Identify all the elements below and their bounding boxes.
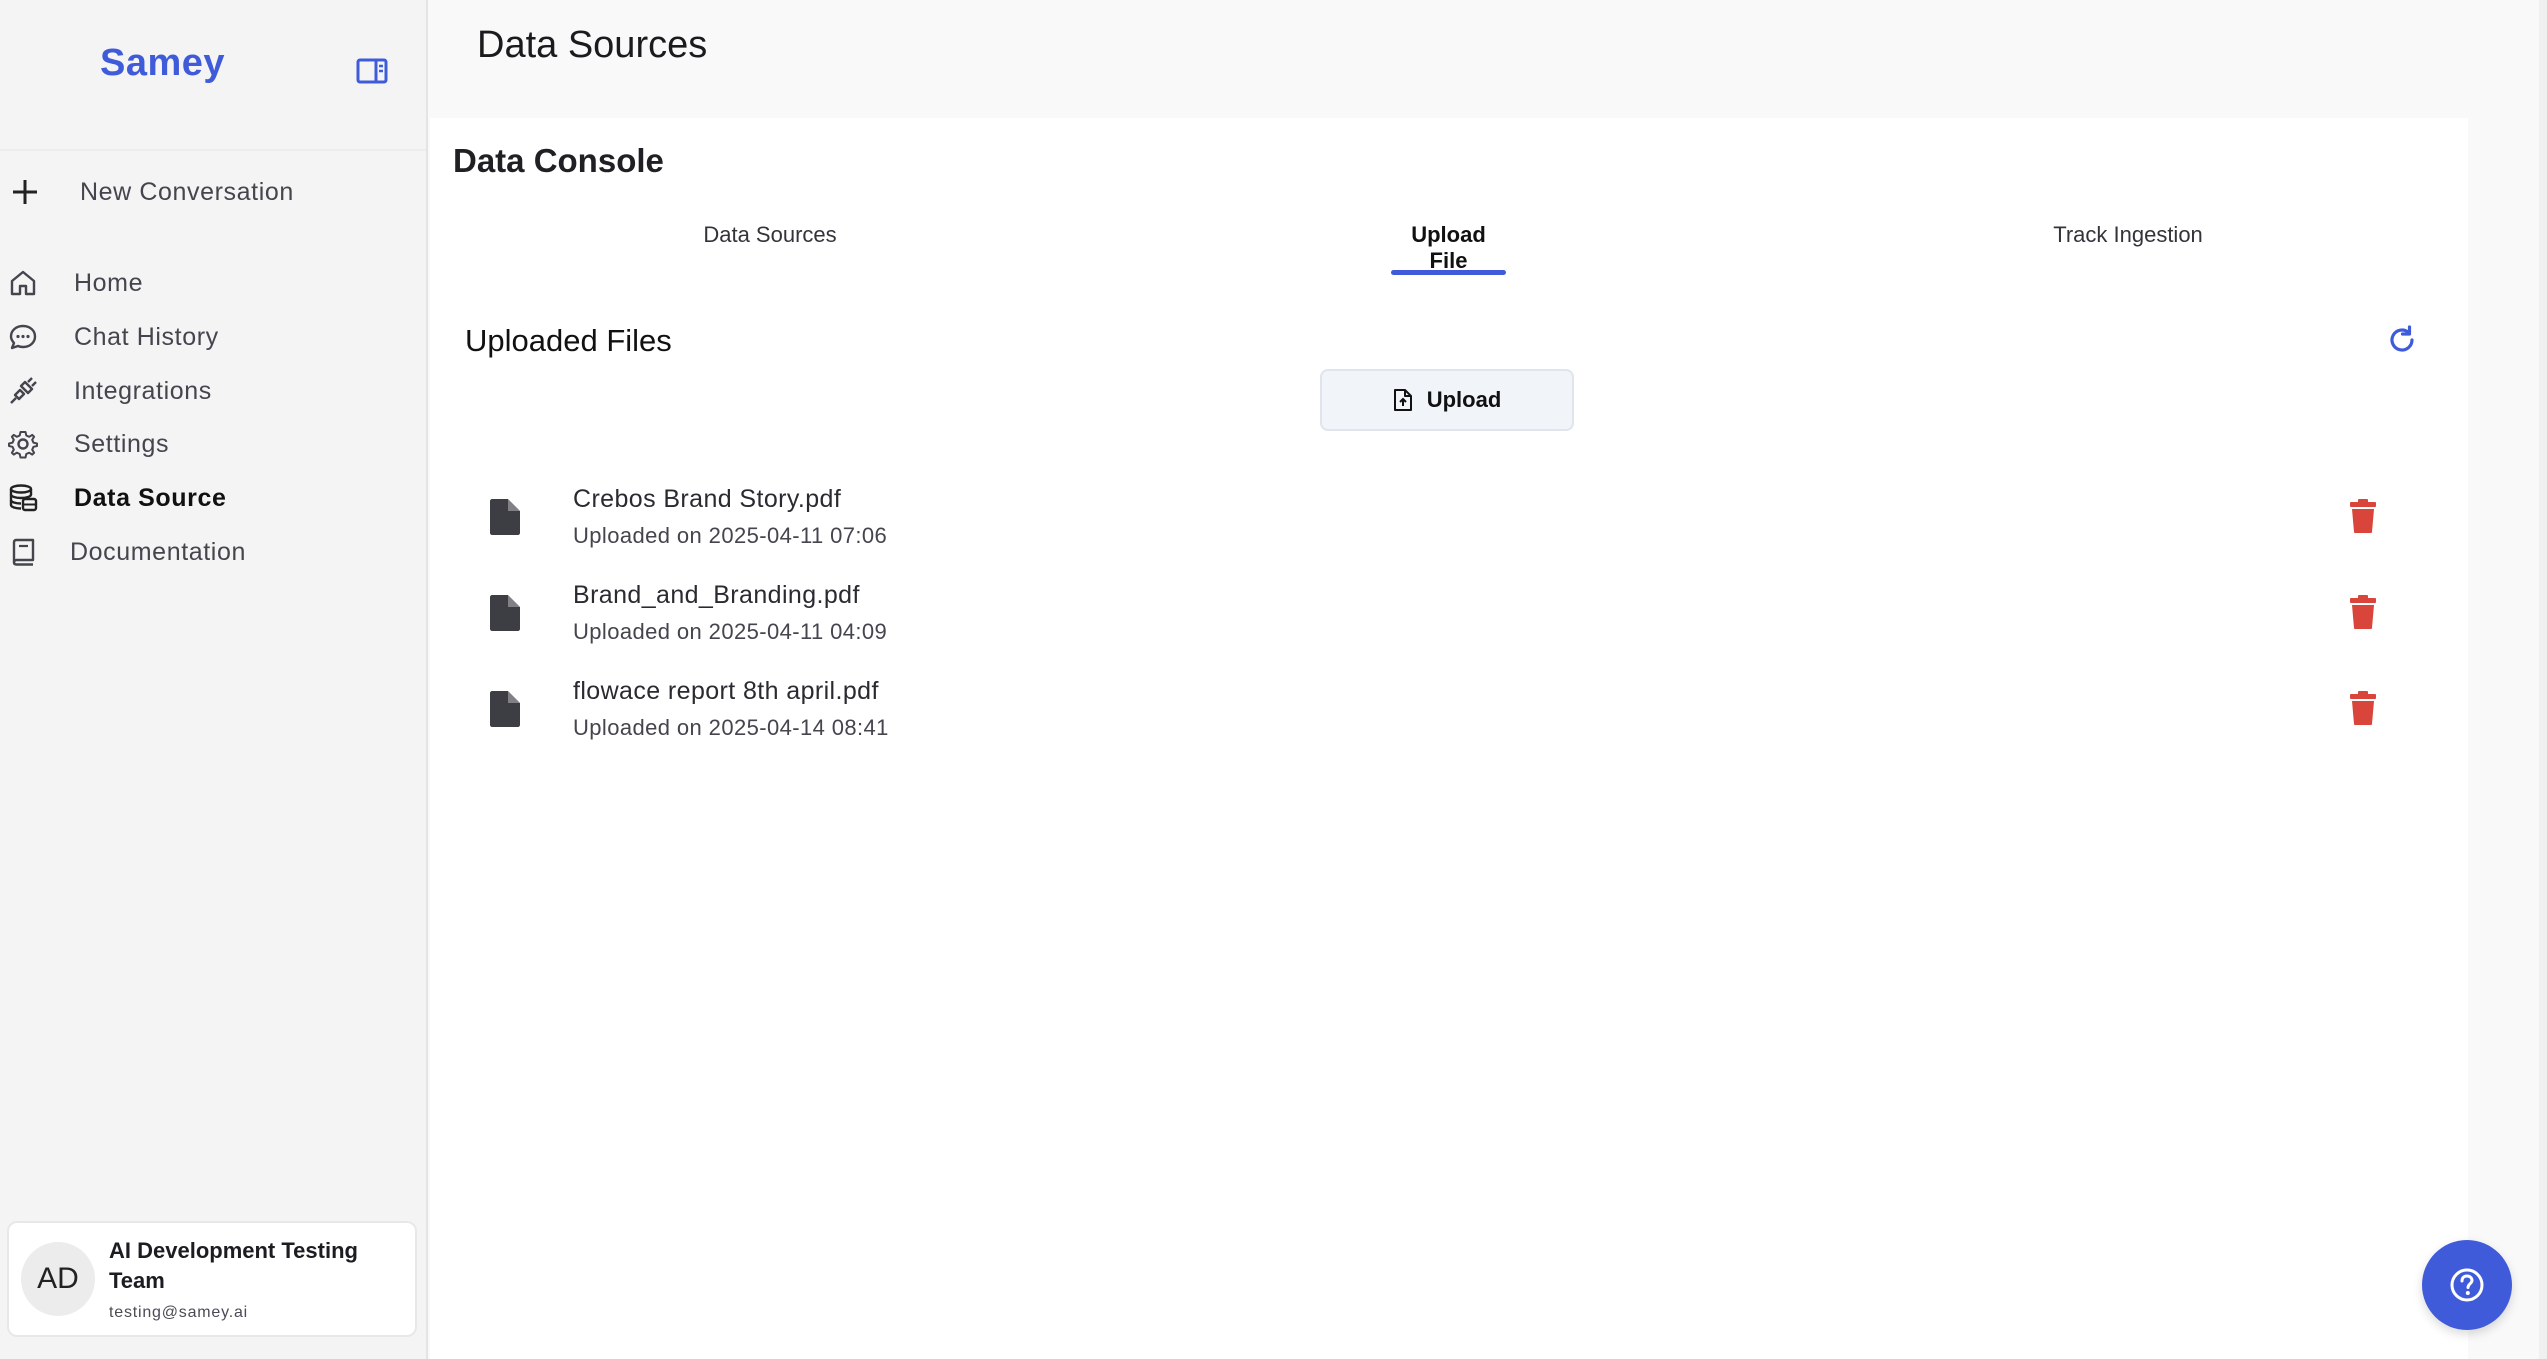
file-upload-date: Uploaded on 2025-04-14 08:41 [573,715,889,740]
tab-label: Track Ingestion [2053,222,2203,247]
sidebar-item-label: Home [74,268,144,297]
sidebar-item-label: Integrations [74,376,212,405]
user-info: AI Development Testing Team testing@same… [109,1236,399,1322]
file-upload-date: Uploaded on 2025-04-11 07:06 [573,523,888,548]
file-name: Brand_and_Branding.pdf [573,581,860,609]
sidebar-divider [0,149,426,151]
user-name: AI Development Testing Team [109,1238,358,1293]
sidebar: Samey New Conversation Home Chat History… [0,0,428,1359]
page-title: Data Sources [477,24,708,66]
user-email: testing@samey.ai [109,1304,249,1321]
refresh-icon[interactable] [2386,324,2418,356]
new-conversation-label: New Conversation [80,177,294,206]
sidebar-item-settings[interactable]: Settings [6,422,169,466]
document-icon [490,595,520,631]
tab-data-sources[interactable]: Data Sources [700,222,840,282]
active-tab-indicator [1391,270,1506,275]
sidebar-item-data-source[interactable]: Data Source [6,476,227,520]
upload-button-label: Upload [1426,387,1502,412]
tab-upload-file[interactable]: Upload File [1391,222,1506,282]
sidebar-item-integrations[interactable]: Integrations [6,369,212,413]
list-item: flowace report 8th april.pdf Uploaded on… [490,677,2420,757]
help-button[interactable] [2422,1240,2512,1330]
question-mark-icon [2450,1268,2484,1302]
new-conversation-button[interactable]: New Conversation [10,172,294,212]
tab-label: Upload File [1411,222,1486,273]
sidebar-item-label: Chat History [74,322,219,351]
scrollbar[interactable] [2539,0,2547,1359]
sidebar-item-label: Documentation [70,537,246,566]
plus-icon [13,180,37,204]
gear-icon [6,427,40,461]
sidebar-item-home[interactable]: Home [6,261,143,305]
data-console-panel: Data Console Data Sources Upload File Tr… [430,118,2468,1359]
upload-button[interactable]: Upload [1320,369,1574,431]
tab-track-ingestion[interactable]: Track Ingestion [2047,222,2209,282]
sidebar-collapse-icon[interactable] [356,58,388,84]
avatar: AD [21,1242,95,1316]
user-profile-card[interactable]: AD AI Development Testing Team testing@s… [7,1221,417,1337]
document-icon [490,499,520,535]
uploaded-files-title: Uploaded Files [465,323,672,358]
sidebar-item-documentation[interactable]: Documentation [6,530,246,574]
file-upload-date: Uploaded on 2025-04-11 04:09 [573,619,888,644]
plug-icon [6,374,40,408]
trash-icon[interactable] [2350,691,2376,725]
brand-logo: Samey [100,42,226,84]
trash-icon[interactable] [2350,595,2376,629]
file-upload-icon [1393,389,1412,411]
book-icon [6,535,40,569]
console-title: Data Console [453,142,664,179]
tab-label: Data Sources [703,222,837,247]
database-icon [6,481,40,515]
document-icon [490,691,520,727]
list-item: Crebos Brand Story.pdf Uploaded on 2025-… [490,485,2420,565]
list-item: Brand_and_Branding.pdf Uploaded on 2025-… [490,581,2420,661]
chat-bubble-icon [6,320,40,354]
file-name: Crebos Brand Story.pdf [573,485,842,513]
home-icon [6,266,40,300]
sidebar-item-chat-history[interactable]: Chat History [6,315,219,359]
sidebar-item-label: Settings [74,429,170,458]
trash-icon[interactable] [2350,499,2376,533]
sidebar-item-label: Data Source [74,483,227,512]
file-name: flowace report 8th april.pdf [573,677,879,705]
